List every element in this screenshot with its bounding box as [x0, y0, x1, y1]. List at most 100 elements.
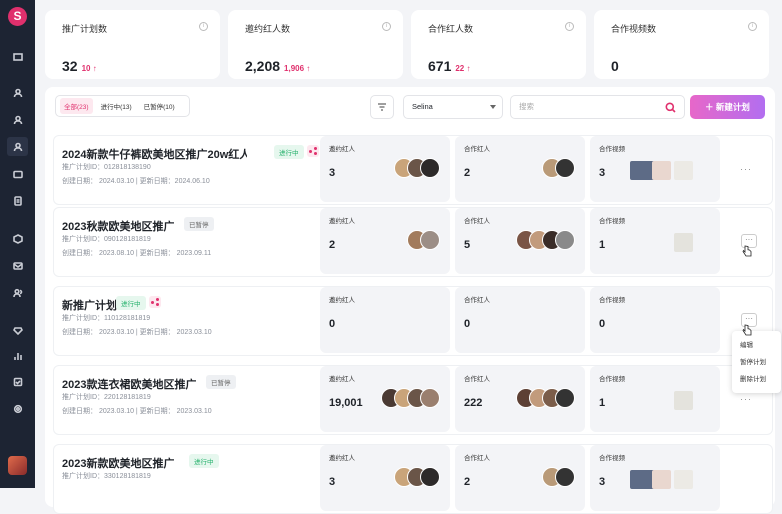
video-thumbnail[interactable]: [674, 233, 693, 252]
video-thumbnail[interactable]: [652, 161, 671, 180]
plan-title[interactable]: 2023款连衣裙欧美地区推广: [62, 376, 196, 392]
box-value: 19,001: [329, 397, 363, 409]
plan-id: 推广计划ID：110128181819: [62, 315, 151, 322]
chart-icon[interactable]: [7, 346, 28, 365]
plan-title[interactable]: 2024新款牛仔裤欧美地区推广20w红人...: [62, 146, 247, 162]
menu-item-pause[interactable]: 暂停计划: [732, 353, 781, 370]
avatar: [555, 388, 575, 408]
box-label: 合作视频: [599, 146, 625, 153]
box-label: 合作红人: [464, 146, 490, 153]
box-label: 邀约红人: [329, 297, 355, 304]
video-box: 合作视频 3: [590, 136, 720, 202]
video-thumbnail[interactable]: [674, 391, 693, 410]
info-icon[interactable]: i: [382, 22, 391, 31]
box-value: 2: [464, 476, 471, 488]
check-icon[interactable]: [7, 372, 28, 391]
more-menu: 编辑 暂停计划 删除计划: [732, 331, 781, 393]
users-icon[interactable]: [7, 110, 28, 129]
plan-id: 推广计划ID：330128181819: [62, 473, 151, 480]
status-badge: 已暂停: [184, 217, 214, 231]
plan-card[interactable]: 2023秋款欧美地区推广 已暂停 推广计划ID：090128181819 创建日…: [53, 207, 773, 277]
box-label: 合作红人: [464, 218, 490, 225]
dashboard-icon[interactable]: [7, 47, 28, 66]
plan-title[interactable]: 新推广计划: [62, 297, 117, 313]
coop-box: 合作红人 2: [455, 445, 585, 511]
stat-value: 0: [611, 58, 619, 74]
menu-item-edit[interactable]: 编辑: [732, 336, 781, 353]
status-badge: 进行中: [189, 454, 219, 468]
stat-label: 合作视频数: [611, 24, 657, 34]
video-thumbnail[interactable]: [652, 470, 671, 489]
tab-all[interactable]: 全部(23): [60, 98, 93, 114]
filter-button[interactable]: [370, 95, 394, 119]
info-icon[interactable]: i: [748, 22, 757, 31]
info-icon[interactable]: i: [199, 22, 208, 31]
stat-card-cooperating: 合作红人数 i 671 22 ↑: [411, 10, 586, 79]
share-icon[interactable]: [149, 296, 161, 308]
app-logo[interactable]: S: [8, 7, 27, 26]
user-avatar[interactable]: [8, 456, 27, 475]
more-icon[interactable]: ···: [740, 164, 752, 174]
tab-running[interactable]: 进行中(13): [97, 98, 136, 114]
stat-card-plans: 推广计划数 i 32 10 ↑: [45, 10, 220, 79]
menu-item-delete[interactable]: 删除计划: [732, 370, 781, 387]
filter-icon: [378, 103, 386, 111]
new-plan-button[interactable]: ＋ 新建计划: [690, 95, 765, 119]
plan-card[interactable]: 2024新款牛仔裤欧美地区推广20w红人... 进行中 推广计划ID：01281…: [53, 135, 773, 205]
owner-select[interactable]: Selina: [403, 95, 503, 119]
box-value: 0: [599, 318, 606, 330]
search-input[interactable]: 搜索: [510, 95, 685, 119]
box-value: 3: [599, 476, 606, 488]
box-value: 0: [464, 318, 471, 330]
search-icon[interactable]: [665, 102, 676, 113]
coop-box: 合作红人 0: [455, 287, 585, 353]
plan-title[interactable]: 2023秋款欧美地区推广: [62, 218, 174, 234]
box-icon[interactable]: [7, 229, 28, 248]
coop-box: 合作红人 222: [455, 366, 585, 432]
share-icon[interactable]: [307, 145, 319, 157]
status-tabs: 全部(23) 进行中(13) 已暂停(10): [55, 95, 190, 117]
avatar: [555, 467, 575, 487]
box-value: 1: [599, 397, 606, 409]
coop-box: 合作红人 5: [455, 208, 585, 274]
plan-id: 推广计划ID：090128181819: [62, 236, 151, 243]
people-icon[interactable]: [7, 283, 28, 302]
plan-card[interactable]: 2023款连衣裙欧美地区推广 已暂停 推广计划ID：220128181819 创…: [53, 365, 773, 435]
stat-card-videos: 合作视频数 i 0: [594, 10, 769, 79]
box-label: 合作视频: [599, 297, 625, 304]
coop-box: 合作红人 2: [455, 136, 585, 202]
avatar: [420, 467, 440, 487]
info-icon[interactable]: i: [565, 22, 574, 31]
video-thumbnail[interactable]: [674, 161, 693, 180]
invited-box: 邀约红人 3: [320, 136, 450, 202]
select-value: Selina: [412, 102, 433, 111]
plan-title[interactable]: 2023新款欧美地区推广: [62, 455, 174, 471]
stat-delta: 1,906 ↑: [284, 64, 311, 73]
video-box: 合作视频 1: [590, 366, 720, 432]
video-box: 合作视频 1: [590, 208, 720, 274]
chevron-down-icon: [490, 105, 496, 109]
plan-card[interactable]: 新推广计划 进行中 推广计划ID：110128181819 创建日期： 2023…: [53, 286, 773, 356]
box-label: 邀约红人: [329, 376, 355, 383]
stat-label: 邀约红人数: [245, 24, 291, 34]
box-value: 3: [599, 167, 606, 179]
plan-dates: 创建日期： 2023.08.10 | 更新日期： 2023.09.11: [62, 250, 212, 257]
invited-box: 邀约红人 0: [320, 287, 450, 353]
box-label: 邀约红人: [329, 218, 355, 225]
avatar: [420, 158, 440, 178]
stat-label: 合作红人数: [428, 24, 474, 34]
status-badge: 进行中: [116, 296, 146, 310]
more-icon[interactable]: ···: [740, 394, 752, 404]
video-box: 合作视频 3: [590, 445, 720, 511]
plan-dates: 创建日期： 2023.03.10 | 更新日期： 2023.03.10: [62, 408, 212, 415]
diamond-icon[interactable]: [7, 320, 28, 339]
document-icon[interactable]: [7, 191, 28, 210]
tab-paused[interactable]: 已暂停(10): [140, 98, 179, 114]
user-icon[interactable]: [7, 83, 28, 102]
folder-icon[interactable]: [7, 164, 28, 183]
mail-icon[interactable]: [7, 256, 28, 275]
plan-card[interactable]: 2023新款欧美地区推广 进行中 推广计划ID：330128181819 邀约红…: [53, 444, 773, 514]
settings-icon[interactable]: [7, 399, 28, 418]
video-thumbnail[interactable]: [674, 470, 693, 489]
user-active-icon[interactable]: [7, 137, 28, 156]
